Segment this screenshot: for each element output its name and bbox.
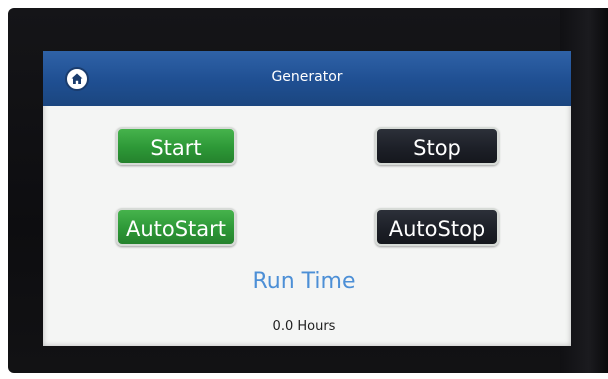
- autostop-button[interactable]: AutoStop: [375, 208, 499, 246]
- run-time-label: Run Time: [252, 269, 356, 294]
- stop-button[interactable]: Stop: [375, 127, 499, 165]
- autostart-button[interactable]: AutoStart: [116, 208, 236, 246]
- start-button[interactable]: Start: [116, 127, 236, 165]
- header-bar: Generator: [43, 51, 571, 106]
- device-frame: Generator Start Stop AutoStart AutoStop …: [0, 0, 608, 379]
- page-title: Generator: [271, 69, 343, 85]
- touch-screen: Generator: [43, 51, 571, 346]
- run-time-value: 0.0 Hours: [272, 319, 336, 334]
